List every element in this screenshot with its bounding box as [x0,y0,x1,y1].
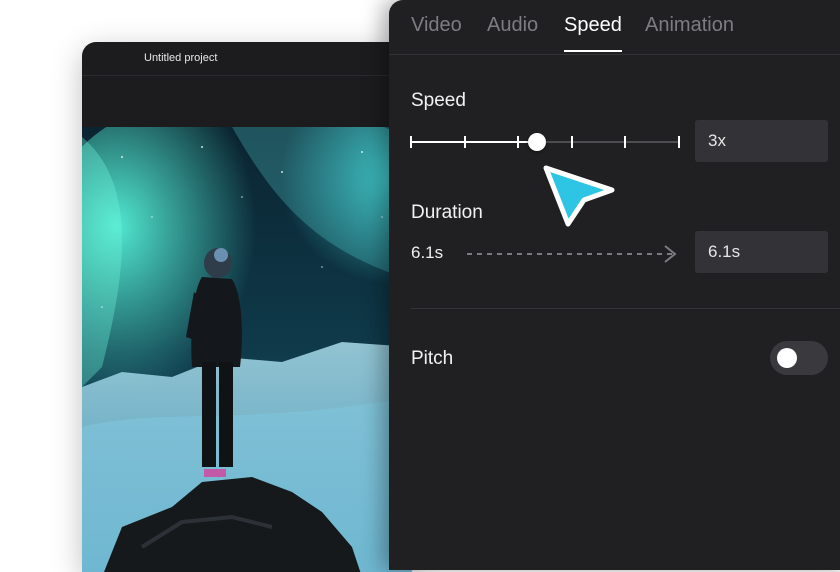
tab-speed[interactable]: Speed [564,14,622,37]
pitch-label: Pitch [411,348,454,369]
slider-tick [570,136,573,148]
tab-animation[interactable]: Animation [645,14,734,37]
aurora-photo [82,127,412,572]
original-duration: 6.1s [411,243,444,262]
section-divider [411,308,840,309]
slider-tick [517,136,520,148]
tab-video[interactable]: Video [411,14,462,37]
pointer-cursor-icon [543,165,615,227]
editor-window: Untitled project [82,42,412,572]
slider-knob[interactable] [527,133,546,151]
project-title[interactable]: Untitled project [144,52,217,64]
slider-tick [410,136,412,148]
slider-tick [463,136,466,148]
tab-bar: Video Audio Speed Animation [389,0,840,55]
speed-value-field[interactable]: 3x [695,120,828,162]
toggle-knob [777,348,797,368]
divider [82,75,412,76]
speed-label: Speed [411,90,466,111]
properties-panel: Video Audio Speed Animation Speed 3x Dur… [389,0,840,570]
slider-tick [678,136,680,148]
speed-slider[interactable] [410,131,680,153]
new-duration-field[interactable]: 6.1s [695,231,828,273]
pitch-toggle[interactable] [770,341,828,375]
video-preview[interactable] [82,127,412,572]
tab-audio[interactable]: Audio [487,14,538,37]
duration-label: Duration [411,202,483,223]
active-tab-indicator [564,50,622,52]
dashed-arrow-right-icon [467,245,677,263]
slider-tick [624,136,627,148]
